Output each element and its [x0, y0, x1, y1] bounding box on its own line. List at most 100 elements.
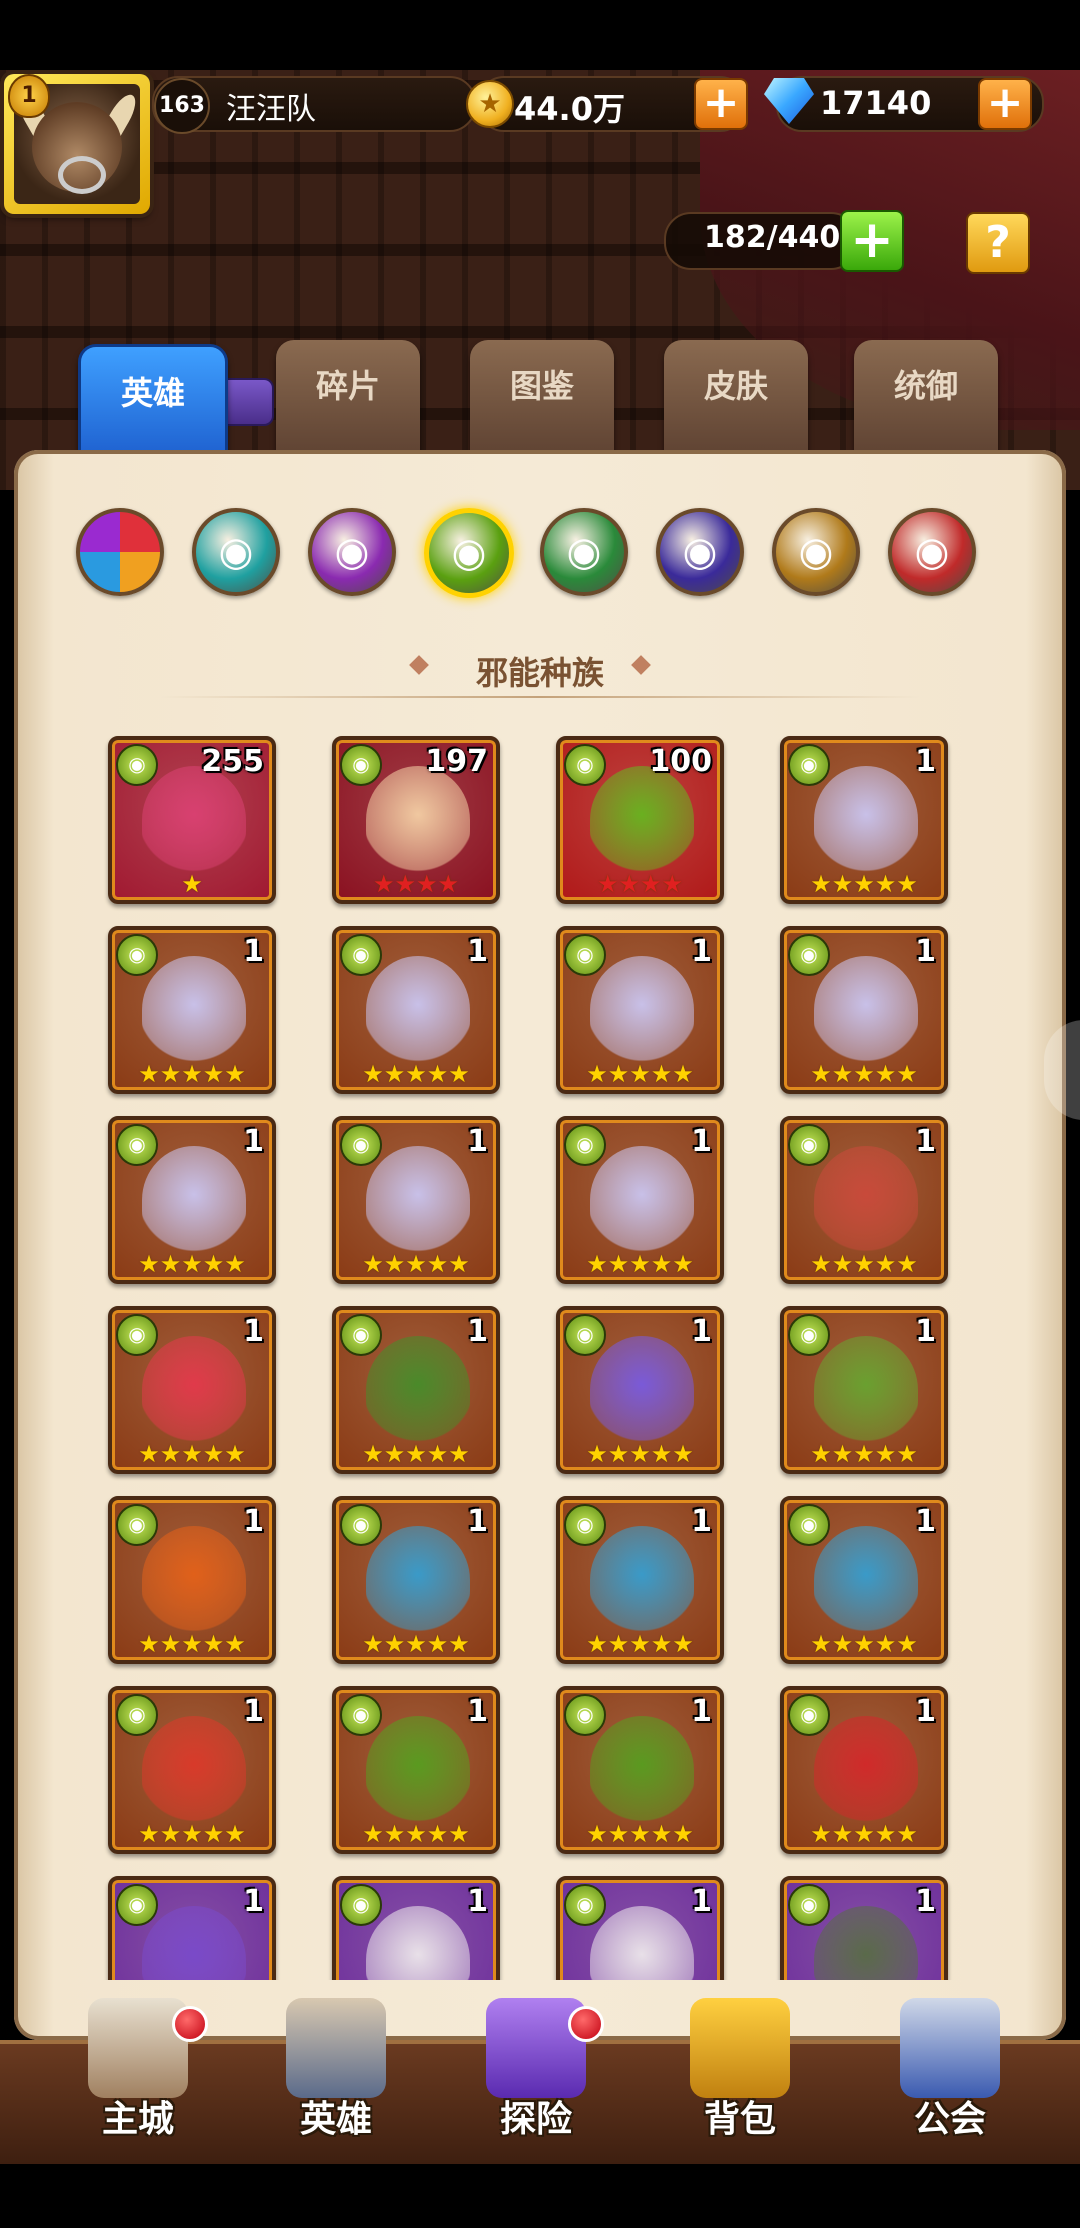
faction-filter-6-icon[interactable]: ◉: [772, 508, 860, 596]
hero-card[interactable]: ◉ 1 ★★★★★: [556, 1686, 724, 1854]
hero-card[interactable]: ◉ 1: [332, 1876, 500, 1980]
hero-faction-icon: ◉: [788, 934, 830, 976]
hero-faction-icon: ◉: [788, 1124, 830, 1166]
hero-count: 1: [467, 1124, 488, 1159]
hero-count: 1: [243, 1314, 264, 1349]
nav-guild-icon: [900, 1998, 1000, 2098]
hero-card[interactable]: ◉ 1 ★★★★★: [556, 1116, 724, 1284]
nav-backpack-button[interactable]: 背包: [650, 1998, 830, 2148]
hero-portrait: [814, 1526, 918, 1634]
help-button[interactable]: ?: [966, 212, 1030, 274]
faction-filter-4-icon[interactable]: ◉: [540, 508, 628, 596]
rank-badge: 1: [8, 74, 50, 118]
hero-portrait: [142, 956, 246, 1064]
hero-card[interactable]: ◉ 1 ★★★★★: [556, 926, 724, 1094]
hero-card[interactable]: ◉ 1 ★★★★★: [108, 1306, 276, 1474]
hero-card[interactable]: ◉ 1 ★★★★★: [332, 1116, 500, 1284]
hero-count: 197: [425, 744, 488, 779]
hero-star-rating: ★★★★★: [810, 1630, 918, 1658]
gold-coin-icon: ★: [466, 80, 514, 128]
hero-card[interactable]: ◉ 1 ★★★★★: [780, 1686, 948, 1854]
hero-faction-icon: ◉: [116, 1314, 158, 1356]
hero-card[interactable]: ◉ 1 ★★★★★: [556, 1306, 724, 1474]
hero-card[interactable]: ◉ 100 ★★★★: [556, 736, 724, 904]
faction-filter-1-icon[interactable]: ◉: [192, 508, 280, 596]
hero-card[interactable]: ◉ 1: [780, 1876, 948, 1980]
tab-4[interactable]: 统御: [854, 340, 998, 458]
notification-dot: [172, 2006, 208, 2042]
tab-3[interactable]: 皮肤: [664, 340, 808, 458]
hero-count: 1: [243, 1124, 264, 1159]
hero-star-rating: ★★★★★: [810, 1250, 918, 1278]
hero-card[interactable]: ◉ 1 ★★★★★: [780, 736, 948, 904]
nav-main-city-label: 主城: [101, 2099, 174, 2140]
hero-card[interactable]: ◉ 1 ★★★★★: [332, 1306, 500, 1474]
hero-faction-icon: ◉: [340, 1314, 382, 1356]
hero-portrait: [590, 1526, 694, 1634]
hero-count: 1: [915, 744, 936, 779]
nav-explore-label: 探险: [499, 2099, 572, 2140]
hero-star-rating: ★★★★★: [586, 1630, 694, 1658]
hero-card[interactable]: ◉ 1 ★★★★★: [332, 926, 500, 1094]
hero-card[interactable]: ◉ 1: [556, 1876, 724, 1980]
add-diamond-button[interactable]: +: [978, 78, 1032, 130]
faction-filter-7-icon[interactable]: ◉: [888, 508, 976, 596]
hero-star-rating: ★★★★★: [810, 1060, 918, 1088]
hero-card[interactable]: ◉ 1 ★★★★★: [780, 926, 948, 1094]
hero-portrait: [590, 1336, 694, 1444]
hero-star-rating: ★★★★: [372, 870, 460, 898]
hero-portrait: [814, 1146, 918, 1254]
hero-portrait: [590, 766, 694, 874]
faction-filter-2-icon[interactable]: ◉: [308, 508, 396, 596]
faction-filter-0-icon[interactable]: [76, 508, 164, 596]
hero-portrait: [142, 1526, 246, 1634]
hero-card[interactable]: ◉ 1 ★★★★★: [108, 1686, 276, 1854]
hero-card[interactable]: ◉ 1 ★★★★★: [108, 1116, 276, 1284]
hero-star-rating: ★★★★★: [810, 1820, 918, 1848]
hero-count: 1: [915, 1314, 936, 1349]
nav-heroes-label: 英雄: [299, 2099, 372, 2140]
hero-card[interactable]: ◉ 1 ★★★★★: [332, 1496, 500, 1664]
hero-faction-icon: ◉: [116, 1124, 158, 1166]
faction-filter-5-icon[interactable]: ◉: [656, 508, 744, 596]
player-level: 163: [154, 78, 210, 134]
hero-card[interactable]: ◉ 1 ★★★★★: [556, 1496, 724, 1664]
hero-capacity: 182/440: [704, 220, 841, 255]
hero-card[interactable]: ◉ 1 ★★★★★: [332, 1686, 500, 1854]
hero-portrait: [142, 1716, 246, 1824]
hero-star-rating: ★★★★★: [362, 1820, 470, 1848]
tab-1[interactable]: 碎片: [276, 340, 420, 458]
hero-card[interactable]: ◉ 1 ★★★★★: [108, 1496, 276, 1664]
hero-count: 1: [691, 934, 712, 969]
hero-count: 1: [915, 934, 936, 969]
hero-card[interactable]: ◉ 1: [108, 1876, 276, 1980]
hero-portrait: [590, 1146, 694, 1254]
hero-count: 1: [691, 1504, 712, 1539]
faction-filter-3-icon[interactable]: ◉: [424, 508, 514, 598]
hero-card[interactable]: ◉ 1 ★★★★★: [108, 926, 276, 1094]
hero-card[interactable]: ◉ 255 ★: [108, 736, 276, 904]
nav-main-city-icon: [88, 1998, 188, 2098]
hero-portrait: [142, 1336, 246, 1444]
hero-star-rating: ★★★★★: [138, 1440, 246, 1468]
hero-count: 1: [467, 1504, 488, 1539]
add-gold-button[interactable]: +: [694, 78, 748, 130]
hero-card[interactable]: ◉ 1 ★★★★★: [780, 1496, 948, 1664]
hero-portrait: [590, 1906, 694, 1980]
nav-backpack-label: 背包: [703, 2099, 776, 2140]
hero-card[interactable]: ◉ 1 ★★★★★: [780, 1306, 948, 1474]
nav-guild-button[interactable]: 公会: [860, 1998, 1040, 2148]
hero-faction-icon: ◉: [788, 1314, 830, 1356]
nav-heroes-button[interactable]: 英雄: [246, 1998, 426, 2148]
hero-faction-icon: ◉: [564, 1124, 606, 1166]
expand-capacity-button[interactable]: +: [840, 210, 904, 272]
hero-card[interactable]: ◉ 1 ★★★★★: [780, 1116, 948, 1284]
hero-star-rating: ★★★★★: [362, 1630, 470, 1658]
hero-faction-icon: ◉: [564, 1884, 606, 1926]
hero-faction-icon: ◉: [564, 744, 606, 786]
tab-2[interactable]: 图鉴: [470, 340, 614, 458]
hero-card[interactable]: ◉ 197 ★★★★: [332, 736, 500, 904]
notification-dot: [568, 2006, 604, 2042]
hero-faction-icon: ◉: [116, 744, 158, 786]
hero-count: 1: [467, 934, 488, 969]
